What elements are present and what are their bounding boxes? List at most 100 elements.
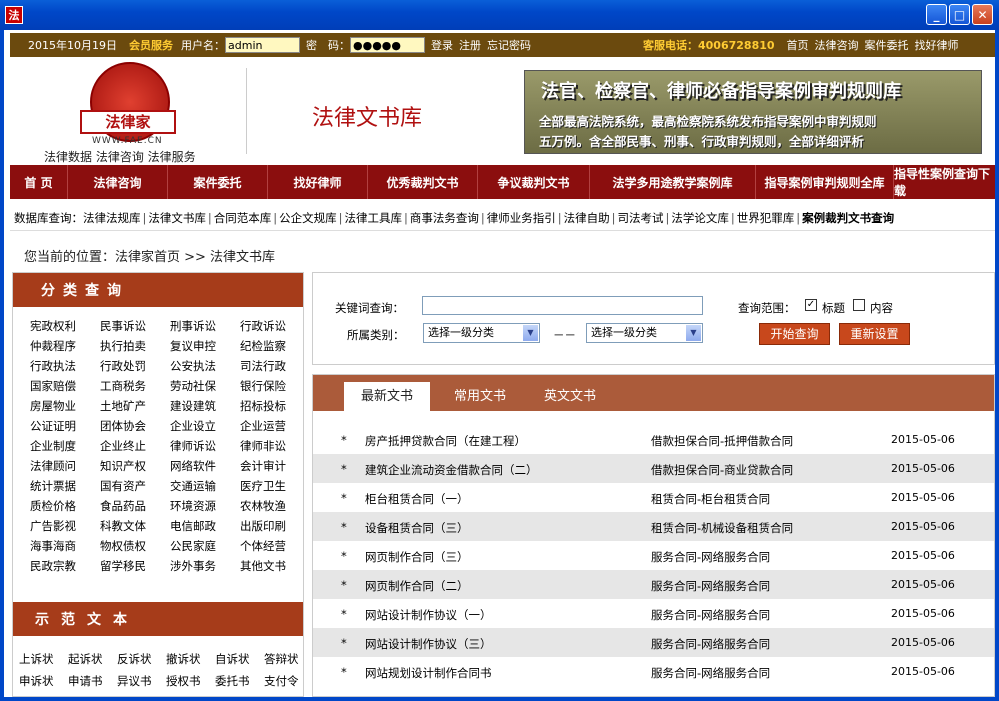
nav-item-case[interactable]: 案件委托 [168, 165, 268, 199]
doc-title-link[interactable]: 网页制作合同（二） [365, 578, 469, 594]
doc-category-link[interactable]: 服务合同-网络服务合同 [651, 549, 770, 565]
top-link-consult[interactable]: 法律咨询 [815, 37, 859, 53]
category-item[interactable]: 公民家庭 [170, 537, 240, 555]
doc-category-link[interactable]: 租赁合同-柜台租赁合同 [651, 491, 770, 507]
doc-category-link[interactable]: 租赁合同-机械设备租赁合同 [651, 520, 793, 536]
doc-category-link[interactable]: 服务合同-网络服务合同 [651, 665, 770, 681]
category-item[interactable]: 房屋物业 [30, 397, 100, 415]
subnav-item[interactable]: 世界犯罪库 [737, 210, 795, 226]
reset-button[interactable]: 重新设置 [839, 323, 910, 345]
category-item[interactable]: 行政诉讼 [240, 317, 310, 335]
category-item[interactable]: 其他文书 [240, 557, 310, 575]
sample-item[interactable]: 委托书 [215, 673, 264, 689]
top-link-lawyer[interactable]: 找好律师 [915, 37, 959, 53]
register-link[interactable]: 注册 [459, 37, 481, 53]
login-link[interactable]: 登录 [431, 37, 453, 53]
category-item[interactable]: 知识产权 [100, 457, 170, 475]
sample-item[interactable]: 申诉状 [19, 673, 68, 689]
username-input[interactable] [225, 37, 300, 53]
doc-category-link[interactable]: 服务合同-网络服务合同 [651, 578, 770, 594]
subnav-item[interactable]: 商事法务查询 [410, 210, 479, 226]
category-item[interactable]: 银行保险 [240, 377, 310, 395]
subnav-item[interactable]: 合同范本库 [214, 210, 272, 226]
category-item[interactable]: 企业终止 [100, 437, 170, 455]
category-item[interactable]: 建设建筑 [170, 397, 240, 415]
nav-item-lawyer[interactable]: 找好律师 [268, 165, 368, 199]
subnav-item[interactable]: 法律法规库 [83, 210, 141, 226]
doc-title-link[interactable]: 网页制作合同（三） [365, 549, 469, 565]
category-item[interactable]: 公证证明 [30, 417, 100, 435]
category-item[interactable]: 广告影视 [30, 517, 100, 535]
top-link-home[interactable]: 首页 [787, 37, 809, 53]
category-item[interactable]: 招标投标 [240, 397, 310, 415]
category-item[interactable]: 国有资产 [100, 477, 170, 495]
category-item[interactable]: 企业运营 [240, 417, 310, 435]
nav-item-home[interactable]: 首 页 [10, 165, 68, 199]
tab-latest[interactable]: 最新文书 [344, 382, 430, 411]
category-item[interactable]: 电信邮政 [170, 517, 240, 535]
doc-category-link[interactable]: 服务合同-网络服务合同 [651, 607, 770, 623]
category-item[interactable]: 环境资源 [170, 497, 240, 515]
promo-banner[interactable]: 法官、检察官、律师必备指导案例审判规则库 全部最高法院系统，最高检察院系统发布指… [524, 70, 982, 154]
category-select-2[interactable]: 选择一级分类 ▼ [586, 323, 703, 343]
category-item[interactable]: 纪检监察 [240, 337, 310, 355]
category-item[interactable]: 刑事诉讼 [170, 317, 240, 335]
category-item[interactable]: 执行拍卖 [100, 337, 170, 355]
category-item[interactable]: 科教文体 [100, 517, 170, 535]
doc-title-link[interactable]: 建筑企业流动资金借款合同（二） [365, 462, 538, 478]
category-item[interactable]: 个体经营 [240, 537, 310, 555]
category-item[interactable]: 食品药品 [100, 497, 170, 515]
category-item[interactable]: 国家赔偿 [30, 377, 100, 395]
title-checkbox[interactable]: ✓ [805, 299, 817, 311]
doc-category-link[interactable]: 借款担保合同-抵押借款合同 [651, 433, 793, 449]
category-item[interactable]: 律师非讼 [240, 437, 310, 455]
sample-item[interactable]: 异议书 [117, 673, 166, 689]
category-item[interactable]: 行政处罚 [100, 357, 170, 375]
subnav-item-case-query[interactable]: 案例裁判文书查询 [802, 210, 894, 226]
doc-title-link[interactable]: 网站设计制作协议（三） [365, 636, 492, 652]
category-item[interactable]: 医疗卫生 [240, 477, 310, 495]
category-item[interactable]: 质检价格 [30, 497, 100, 515]
category-item[interactable]: 物权债权 [100, 537, 170, 555]
keyword-input[interactable] [422, 296, 703, 315]
forgot-password-link[interactable]: 忘记密码 [487, 37, 531, 53]
sample-item[interactable]: 申请书 [68, 673, 117, 689]
top-link-case[interactable]: 案件委托 [865, 37, 909, 53]
minimize-button[interactable]: _ [926, 4, 947, 25]
doc-title-link[interactable]: 设备租赁合同（三） [365, 520, 469, 536]
sample-item[interactable]: 答辩状 [264, 651, 313, 667]
category-item[interactable]: 企业制度 [30, 437, 100, 455]
category-item[interactable]: 出版印刷 [240, 517, 310, 535]
member-service-link[interactable]: 会员服务 [129, 37, 173, 53]
content-checkbox[interactable] [853, 299, 865, 311]
category-item[interactable]: 农林牧渔 [240, 497, 310, 515]
subnav-item[interactable]: 法律文书库 [148, 210, 206, 226]
category-item[interactable]: 复议申控 [170, 337, 240, 355]
category-select-1[interactable]: 选择一级分类 ▼ [423, 323, 540, 343]
sample-item[interactable]: 自诉状 [215, 651, 264, 667]
sample-item[interactable]: 撤诉状 [166, 651, 215, 667]
category-item[interactable]: 海事海商 [30, 537, 100, 555]
category-item[interactable]: 宪政权利 [30, 317, 100, 335]
subnav-item[interactable]: 法律自助 [564, 210, 610, 226]
doc-title-link[interactable]: 网站规划设计制作合同书 [365, 665, 492, 681]
category-item[interactable]: 土地矿产 [100, 397, 170, 415]
category-item[interactable]: 民政宗教 [30, 557, 100, 575]
category-item[interactable]: 仲裁程序 [30, 337, 100, 355]
password-input[interactable] [350, 37, 425, 53]
logo-text[interactable]: 法律家 [80, 110, 176, 134]
subnav-item[interactable]: 司法考试 [618, 210, 664, 226]
tab-english[interactable]: 英文文书 [527, 382, 613, 411]
category-item[interactable]: 统计票据 [30, 477, 100, 495]
category-item[interactable]: 法律顾问 [30, 457, 100, 475]
doc-category-link[interactable]: 借款担保合同-商业贷款合同 [651, 462, 793, 478]
category-item[interactable]: 劳动社保 [170, 377, 240, 395]
subnav-item[interactable]: 法律工具库 [345, 210, 403, 226]
subnav-item[interactable]: 公企文规库 [279, 210, 337, 226]
sample-item[interactable]: 上诉状 [19, 651, 68, 667]
category-item[interactable]: 工商税务 [100, 377, 170, 395]
category-item[interactable]: 涉外事务 [170, 557, 240, 575]
category-item[interactable]: 留学移民 [100, 557, 170, 575]
window-titlebar[interactable]: 法 _ □ ✕ [0, 0, 999, 30]
category-item[interactable]: 团体协会 [100, 417, 170, 435]
